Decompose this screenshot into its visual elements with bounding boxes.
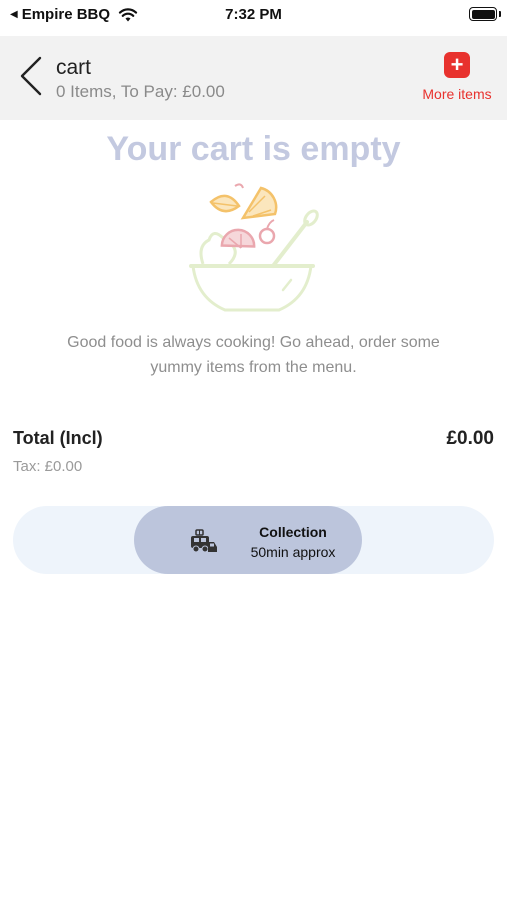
collection-time: 50min approx — [250, 544, 336, 560]
chevron-left-icon — [20, 56, 42, 96]
collection-title: Collection — [259, 524, 327, 540]
cart-summary: 0 Items, To Pay: £0.00 — [56, 82, 225, 101]
salad-bowl-icon — [189, 183, 319, 312]
empty-cart-title: Your cart is empty — [106, 130, 401, 168]
tax-amount: Tax: £0.00 — [13, 458, 83, 475]
more-items-label: More items — [422, 86, 492, 102]
more-items-button[interactable]: + More items — [419, 52, 495, 102]
collection-vehicle-icon — [191, 529, 217, 553]
page-title: cart — [56, 56, 92, 79]
collection-option[interactable]: Collection 50min approx — [134, 506, 362, 574]
battery-icon — [469, 7, 497, 21]
total-value: £0.00 — [446, 428, 494, 449]
status-bar: ◀ Empire BBQ 7:32 PM — [0, 0, 507, 36]
battery-tip — [499, 11, 501, 17]
total-label: Total (Incl) — [13, 428, 103, 448]
back-button[interactable] — [16, 54, 46, 98]
cart-header: cart 0 Items, To Pay: £0.00 + More items — [0, 36, 507, 120]
plus-icon: + — [444, 52, 470, 78]
empty-cart-message: Good food is always cooking! Go ahead, o… — [67, 334, 440, 376]
status-time: 7:32 PM — [225, 6, 282, 23]
